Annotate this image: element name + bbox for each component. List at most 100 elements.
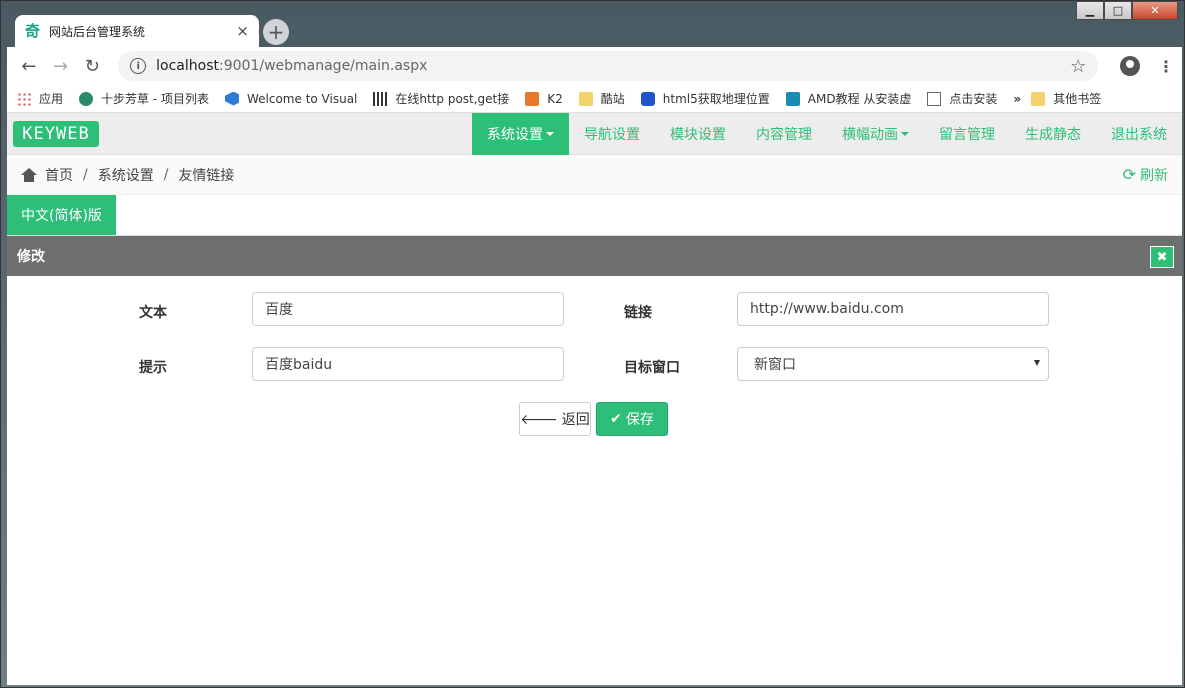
url-host: localhost	[156, 58, 219, 74]
text-input[interactable]: 百度	[252, 292, 564, 326]
tab-strip: 奇 网站后台管理系统 × +	[7, 13, 1177, 47]
caret-down-icon	[546, 132, 554, 136]
bookmark-label: Welcome to Visual	[246, 91, 358, 106]
bookmarks-overflow-button[interactable]: »	[1013, 92, 1021, 106]
tab-chinese-simplified[interactable]: 中文(简体)版	[7, 195, 116, 235]
bookmark-label: 其他书签	[1053, 92, 1102, 106]
tab-title: 网站后台管理系统	[49, 24, 146, 39]
nav-banner-animation[interactable]: 横幅动画	[827, 113, 924, 155]
bookmark-item[interactable]: html5获取地理位置	[640, 90, 770, 107]
bug-icon	[79, 91, 94, 106]
bookmark-label: 酷站	[600, 92, 625, 106]
other-bookmarks[interactable]: 其他书签	[1031, 90, 1101, 107]
bookmark-label: AMD教程 从安装虚	[807, 92, 912, 106]
bookmark-apps[interactable]: 应用	[17, 90, 63, 107]
caret-down-icon	[901, 132, 909, 136]
breadcrumb-separator: /	[163, 166, 169, 183]
arrow-left-icon: 🡐	[520, 411, 558, 428]
target-window-select[interactable]: 新窗口	[737, 347, 1049, 381]
forward-arrow-icon[interactable]: →	[47, 52, 75, 80]
check-icon: ✔	[610, 411, 622, 427]
refresh-label: 刷新	[1140, 167, 1168, 184]
breadcrumb-home[interactable]: 首页	[45, 165, 73, 185]
bookmarks-bar: 应用 十步芳草 - 项目列表 Welcome to Visual 在线http …	[7, 85, 1182, 113]
browser-window: ▁ □ ✕ 奇 网站后台管理系统 × + ← → ↻ i localhost:9…	[0, 0, 1185, 688]
amd-icon	[785, 91, 800, 106]
visual-studio-icon	[224, 91, 239, 106]
nav-label: 导航设置	[584, 127, 640, 143]
save-label: 保存	[625, 412, 654, 428]
main-nav: 系统设置 导航设置 模块设置 内容管理 横幅动画 留言管理 生成静态 退出系统	[472, 113, 1182, 155]
nav-content-management[interactable]: 内容管理	[741, 113, 827, 155]
bookmark-item[interactable]: 在线http post,get接	[373, 90, 509, 107]
link-input[interactable]: http://www.baidu.com	[737, 292, 1049, 326]
save-button[interactable]: ✔ 保存	[596, 402, 668, 436]
nav-label: 退出系统	[1111, 127, 1167, 143]
nav-label: 留言管理	[939, 127, 995, 143]
doc-icon	[927, 91, 942, 106]
back-button[interactable]: 🡐 返回	[519, 402, 591, 436]
nav-label: 系统设置	[487, 127, 543, 143]
home-icon	[21, 167, 37, 182]
site-favicon-icon: 奇	[25, 22, 41, 40]
nav-message-management[interactable]: 留言管理	[924, 113, 1010, 155]
bookmark-item[interactable]: Welcome to Visual	[224, 91, 358, 106]
bookmark-label: 应用	[39, 92, 64, 106]
panel-close-button[interactable]: ✖	[1150, 246, 1174, 268]
nav-system-settings[interactable]: 系统设置	[472, 113, 569, 155]
bookmark-item[interactable]: K2	[525, 91, 563, 106]
browser-chrome: ← → ↻ i localhost:9001/webmanage/main.as…	[7, 47, 1182, 685]
bookmark-item[interactable]: AMD教程 从安装虚	[785, 90, 912, 107]
link-label: 链接	[624, 305, 652, 321]
back-arrow-icon[interactable]: ←	[15, 52, 43, 80]
edit-link-form: 文本 百度 链接 http://www.baidu.com 提示 百度baidu…	[7, 276, 1182, 636]
url-path: :9001/webmanage/main.aspx	[219, 58, 428, 74]
nav-label: 模块设置	[670, 127, 726, 143]
bookmark-star-icon[interactable]: ☆	[1070, 56, 1086, 77]
bookmark-label: 点击安装	[949, 92, 998, 106]
top-navbar: KEYWEB 系统设置 导航设置 模块设置 内容管理 横幅动画 留言管理 生成静…	[7, 113, 1182, 155]
nav-logout[interactable]: 退出系统	[1096, 113, 1182, 155]
qr-icon	[373, 91, 388, 106]
browser-tab[interactable]: 奇 网站后台管理系统 ×	[15, 15, 259, 47]
site-logo[interactable]: KEYWEB	[13, 120, 99, 147]
bookmark-item[interactable]: 十步芳草 - 项目列表	[79, 90, 209, 107]
bookmark-label: 十步芳草 - 项目列表	[101, 92, 209, 106]
bookmark-item[interactable]: 酷站	[578, 90, 625, 107]
more-menu-icon[interactable]: ⋮	[1158, 57, 1174, 76]
new-tab-button[interactable]: +	[263, 19, 289, 45]
nav-label: 横幅动画	[842, 127, 898, 143]
nav-module-settings[interactable]: 模块设置	[655, 113, 741, 155]
refresh-button[interactable]: ⟳ 刷新	[1123, 165, 1168, 185]
browser-toolbar: ← → ↻ i localhost:9001/webmanage/main.as…	[7, 47, 1182, 85]
apps-icon	[17, 91, 31, 106]
close-icon: ✖	[1156, 249, 1168, 265]
reload-icon[interactable]: ↻	[78, 52, 106, 80]
text-label: 文本	[139, 305, 167, 321]
nav-generate-static[interactable]: 生成静态	[1010, 113, 1096, 155]
target-window-value: 新窗口	[754, 357, 796, 373]
k2-icon	[525, 91, 540, 106]
folder-icon	[1031, 91, 1046, 106]
nav-label: 内容管理	[756, 127, 812, 143]
nav-navigation-settings[interactable]: 导航设置	[569, 113, 655, 155]
tab-close-icon[interactable]: ×	[236, 22, 249, 40]
profile-avatar-icon[interactable]	[1120, 56, 1141, 76]
admin-app: KEYWEB 系统设置 导航设置 模块设置 内容管理 横幅动画 留言管理 生成静…	[7, 113, 1182, 685]
language-tabs: 中文(简体)版	[7, 195, 1182, 236]
breadcrumb-system-settings[interactable]: 系统设置	[98, 165, 154, 185]
tip-input[interactable]: 百度baidu	[252, 347, 564, 381]
site-info-icon[interactable]: i	[130, 58, 147, 74]
tip-label: 提示	[139, 360, 167, 376]
breadcrumb: 首页 / 系统设置 / 友情链接 ⟳ 刷新	[7, 155, 1182, 195]
folder-icon	[578, 91, 593, 106]
back-label: 返回	[561, 412, 590, 428]
select-arrow-icon	[1034, 360, 1040, 366]
address-bar[interactable]: i localhost:9001/webmanage/main.aspx ☆	[118, 51, 1099, 81]
bookmark-item[interactable]: 点击安装	[927, 90, 997, 107]
breadcrumb-separator: /	[83, 166, 88, 183]
panel-header: 修改 ✖	[7, 236, 1182, 276]
nav-label: 生成静态	[1025, 127, 1081, 143]
refresh-icon: ⟳	[1122, 165, 1136, 184]
breadcrumb-friend-links: 友情链接	[178, 167, 235, 184]
